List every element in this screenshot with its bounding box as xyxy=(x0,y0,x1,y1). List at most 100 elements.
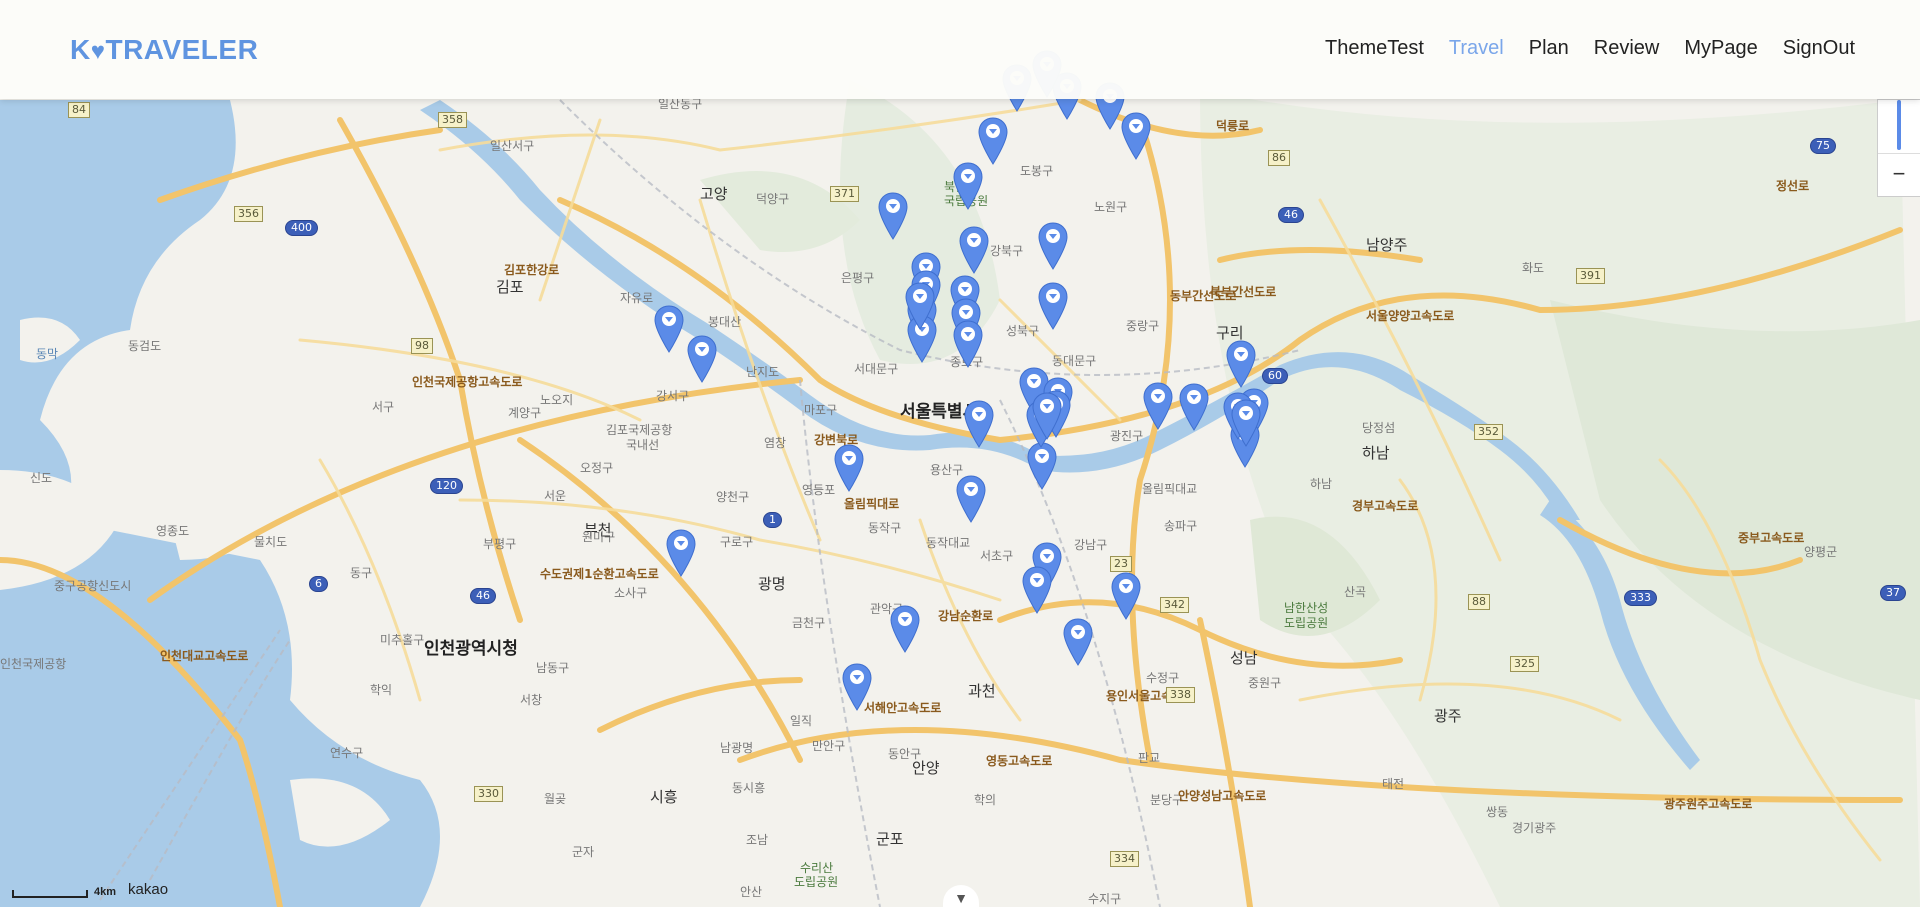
road-anyang-seongnam: 안양성남고속도로 xyxy=(1178,789,1267,803)
label-songpa: 송파구 xyxy=(1164,519,1198,533)
label-wonmi: 원미구 xyxy=(582,530,616,544)
site-logo[interactable]: K♥TRAVELER xyxy=(70,34,258,66)
label-teojeon: 태전 xyxy=(1382,777,1405,791)
map-marker-pin-icon[interactable] xyxy=(1037,222,1069,270)
label-namyangju: 남양주 xyxy=(1366,236,1408,254)
map-marker-pin-icon[interactable] xyxy=(1037,282,1069,330)
label-hakik: 학익 xyxy=(370,683,393,697)
route-shield: 333 xyxy=(1624,590,1657,606)
map-marker-pin-icon[interactable] xyxy=(889,605,921,653)
map-marker-pin-icon[interactable] xyxy=(1031,392,1063,440)
map-marker-pin-icon[interactable] xyxy=(958,226,990,274)
label-geumcheon: 금천구 xyxy=(792,616,826,630)
label-namyangyeong: 남광명 xyxy=(720,741,754,755)
label-guri: 구리 xyxy=(1216,324,1244,342)
label-jogam: 조남 xyxy=(746,833,769,847)
map-view[interactable]: 서울특별시 인천광역시청 김포 고양 구리 남양주 하남 성남 광명 과천 안양… xyxy=(0,0,1920,907)
label-guro: 구로구 xyxy=(720,535,754,549)
route-shield: 75 xyxy=(1810,138,1836,154)
label-incheon-airport: 인천국제공항 xyxy=(0,657,67,671)
label-hakui: 학의 xyxy=(974,793,997,807)
road-jeongseon: 정선로 xyxy=(1776,179,1810,193)
route-shield: 120 xyxy=(430,478,463,494)
map-marker-pin-icon[interactable] xyxy=(1120,112,1152,160)
map-marker-pin-icon[interactable] xyxy=(952,320,984,368)
label-yeongjongdo: 영종도 xyxy=(156,524,190,538)
label-yangpyeong: 양평군 xyxy=(1804,545,1838,559)
label-donggu: 동구 xyxy=(350,566,373,580)
label-ojeong: 오정구 xyxy=(580,461,614,475)
road-seohaean: 서해안고속도로 xyxy=(864,701,942,715)
map-marker-pin-icon[interactable] xyxy=(1225,340,1257,388)
map-marker-pin-icon[interactable] xyxy=(686,335,718,383)
label-olympic-bridge: 올림픽대교 xyxy=(1142,482,1198,496)
map-marker-pin-icon[interactable] xyxy=(977,117,1009,165)
road-olympic: 올림픽대로 xyxy=(844,497,900,511)
label-deogyang: 덕양구 xyxy=(756,192,790,206)
map-marker-pin-icon[interactable] xyxy=(665,529,697,577)
label-ssangdong: 쌍동 xyxy=(1486,805,1509,819)
label-mapo: 마포구 xyxy=(804,403,838,417)
label-dongmak: 동막 xyxy=(36,347,59,361)
road-gangnam-sunhwan: 강남순환로 xyxy=(938,609,994,623)
road-jungbu: 중부고속도로 xyxy=(1738,531,1805,545)
label-surisan-park: 도립공원 xyxy=(794,875,839,889)
label-gangnam: 강남구 xyxy=(1074,538,1108,552)
label-sanbon: 산곡 xyxy=(1344,585,1367,599)
road-incheondaegyo: 인천대교고속도로 xyxy=(160,649,249,663)
nav-theme-test[interactable]: ThemeTest xyxy=(1325,37,1424,60)
zoom-control[interactable]: − xyxy=(1877,99,1920,197)
route-shield: 391 xyxy=(1576,268,1605,284)
label-yeomchang: 염창 xyxy=(764,436,787,450)
map-marker-pin-icon[interactable] xyxy=(955,475,987,523)
route-shield: 330 xyxy=(474,786,503,802)
label-hwado: 화도 xyxy=(1522,261,1545,275)
map-marker-pin-icon[interactable] xyxy=(653,305,685,353)
label-seocho: 서초구 xyxy=(980,549,1014,563)
label-gyeonggi-gwangju: 경기광주 xyxy=(1512,821,1557,835)
nav-plan[interactable]: Plan xyxy=(1529,37,1569,60)
label-hanam-small: 하남 xyxy=(1310,477,1333,491)
scale-bar: 4km kakao xyxy=(12,881,168,898)
zoom-slider[interactable] xyxy=(1897,100,1901,150)
map-marker-pin-icon[interactable] xyxy=(1142,382,1174,430)
map-marker-pin-icon[interactable] xyxy=(963,400,995,448)
map-marker-pin-icon[interactable] xyxy=(1230,399,1262,447)
route-shield: 84 xyxy=(68,102,90,118)
map-marker-pin-icon[interactable] xyxy=(1021,566,1053,614)
label-bupyeong: 부평구 xyxy=(483,537,517,551)
label-seoun: 서운 xyxy=(544,489,567,503)
road-yeongdong: 영동고속도로 xyxy=(986,754,1053,768)
map-marker-pin-icon[interactable] xyxy=(1062,618,1094,666)
road-incheon-airport: 인천국제공항고속도로 xyxy=(412,375,523,389)
top-navigation-bar: K♥TRAVELER ThemeTest Travel Plan Review … xyxy=(0,0,1920,99)
label-wolgot: 월곶 xyxy=(544,792,567,806)
label-noji: 노오지 xyxy=(540,393,574,407)
nav-mypage[interactable]: MyPage xyxy=(1684,37,1757,60)
scale-distance: 4km xyxy=(94,886,117,898)
label-mulchido: 물치도 xyxy=(254,535,288,549)
label-dongdaemun: 동대문구 xyxy=(1052,354,1097,368)
label-jungnang: 중랑구 xyxy=(1126,319,1160,333)
label-sujeong: 수정구 xyxy=(1146,671,1180,685)
map-marker-pin-icon[interactable] xyxy=(841,663,873,711)
map-marker-pin-icon[interactable] xyxy=(1026,442,1058,490)
nav-signout[interactable]: SignOut xyxy=(1783,37,1855,60)
nav-review[interactable]: Review xyxy=(1594,37,1660,60)
map-marker-pin-icon[interactable] xyxy=(1110,572,1142,620)
label-jungwon: 중원구 xyxy=(1248,676,1282,690)
label-nowon: 노원구 xyxy=(1094,200,1128,214)
label-ilsandong: 일산동구 xyxy=(658,97,703,111)
map-marker-pin-icon[interactable] xyxy=(833,444,865,492)
map-marker-pin-icon[interactable] xyxy=(1178,383,1210,431)
map-marker-pin-icon[interactable] xyxy=(904,282,936,330)
map-base-layer xyxy=(0,0,1920,907)
route-shield: 356 xyxy=(234,206,263,222)
label-gyeyang: 계양구 xyxy=(508,406,542,420)
nav-travel[interactable]: Travel xyxy=(1449,37,1504,60)
map-marker-pin-icon[interactable] xyxy=(952,162,984,210)
road-deok: 덕릉로 xyxy=(1216,119,1250,133)
map-marker-pin-icon[interactable] xyxy=(877,192,909,240)
label-incheon: 인천광역시청 xyxy=(424,639,518,659)
zoom-out-button[interactable]: − xyxy=(1878,153,1920,196)
